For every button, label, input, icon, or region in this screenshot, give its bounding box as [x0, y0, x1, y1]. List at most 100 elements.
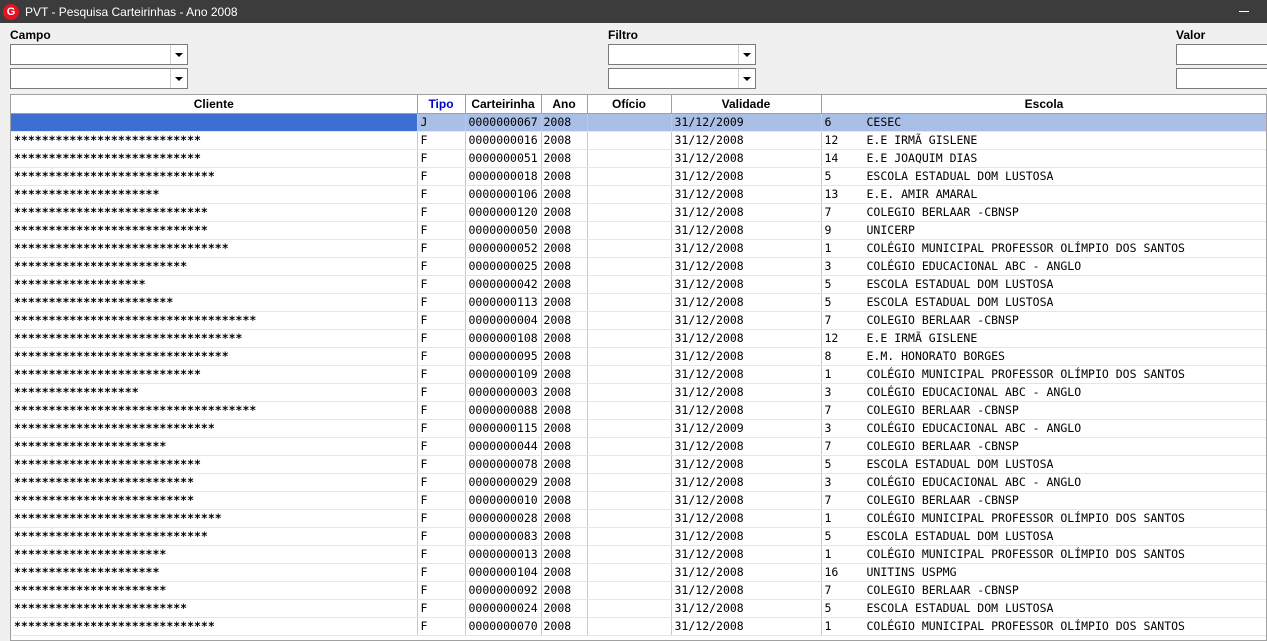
minimize-button[interactable] [1221, 0, 1267, 23]
cell-tipo[interactable]: F [417, 617, 466, 636]
cell-escola[interactable]: 1 COLÉGIO MUNICIPAL PROFESSOR OLÍMPIO DOS… [821, 365, 1266, 384]
cell-carteirinha[interactable]: 0000000013 [465, 545, 542, 564]
table-row[interactable]: J 0000000067 2008 31/12/2009 6 CESEC [11, 113, 1266, 132]
cell-cliente[interactable]: **************************** [11, 203, 418, 222]
cell-validade[interactable]: 31/12/2008 [671, 509, 822, 528]
table-row[interactable]: ********************************* F 000000… [11, 329, 1266, 348]
cell-oficio[interactable] [587, 275, 672, 294]
cell-oficio[interactable] [587, 455, 672, 474]
cell-oficio[interactable] [587, 185, 672, 204]
cell-validade[interactable]: 31/12/2008 [671, 203, 822, 222]
table-row[interactable]: ******************* F 0000000042 2008 31/12/… [11, 275, 1266, 294]
cell-cliente[interactable]: ********************************* [11, 329, 418, 348]
cell-ano[interactable]: 2008 [541, 563, 588, 582]
cell-carteirinha[interactable]: 0000000104 [465, 563, 542, 582]
table-row[interactable]: ********************** F 0000000013 2008 31/… [11, 545, 1266, 564]
cell-validade[interactable]: 31/12/2008 [671, 455, 822, 474]
cell-oficio[interactable] [587, 509, 672, 528]
cell-validade[interactable]: 31/12/2008 [671, 617, 822, 636]
cell-escola[interactable]: 7 COLEGIO BERLAAR -CBNSP [821, 401, 1266, 420]
cell-carteirinha[interactable]: 0000000028 [465, 509, 542, 528]
cell-oficio[interactable] [587, 545, 672, 564]
cell-tipo[interactable]: F [417, 581, 466, 600]
cell-cliente[interactable]: ********************** [11, 545, 418, 564]
cell-carteirinha[interactable]: 0000000106 [465, 185, 542, 204]
cell-cliente[interactable]: ************************** [11, 491, 418, 510]
cell-validade[interactable]: 31/12/2008 [671, 563, 822, 582]
cell-tipo[interactable]: F [417, 365, 466, 384]
table-row[interactable]: ********************** F 0000000044 2008 31/… [11, 437, 1266, 456]
cell-carteirinha[interactable]: 0000000024 [465, 599, 542, 618]
cell-tipo[interactable]: F [417, 437, 466, 456]
cell-tipo[interactable]: F [417, 473, 466, 492]
cell-carteirinha[interactable]: 0000000018 [465, 167, 542, 186]
cell-tipo[interactable]: F [417, 347, 466, 366]
cell-cliente[interactable]: *************************** [11, 149, 418, 168]
cell-escola[interactable]: 5 ESCOLA ESTADUAL DOM LUSTOSA [821, 167, 1266, 186]
table-row[interactable]: ****************** F 0000000003 2008 31/12/2… [11, 383, 1266, 402]
cell-escola[interactable]: 7 COLEGIO BERLAAR -CBNSP [821, 437, 1266, 456]
cell-carteirinha[interactable]: 0000000003 [465, 383, 542, 402]
table-row[interactable]: ******************************* F 00000000… [11, 239, 1266, 258]
cell-escola[interactable]: 1 COLÉGIO MUNICIPAL PROFESSOR OLÍMPIO DOS… [821, 239, 1266, 258]
cell-carteirinha[interactable]: 0000000092 [465, 581, 542, 600]
cell-carteirinha[interactable]: 0000000067 [465, 113, 542, 132]
table-row[interactable]: ****************************** F 000000002… [11, 509, 1266, 528]
table-row[interactable]: **************************** F 0000000120 2… [11, 203, 1266, 222]
cell-carteirinha[interactable]: 0000000113 [465, 293, 542, 312]
cell-validade[interactable]: 31/12/2008 [671, 581, 822, 600]
cell-ano[interactable]: 2008 [541, 293, 588, 312]
cell-carteirinha[interactable]: 0000000044 [465, 437, 542, 456]
cell-ano[interactable]: 2008 [541, 239, 588, 258]
cell-tipo[interactable]: F [417, 455, 466, 474]
cell-validade[interactable]: 31/12/2008 [671, 545, 822, 564]
cell-cliente[interactable]: **************************** [11, 527, 418, 546]
valor-input-1[interactable] [1176, 44, 1267, 65]
filtro-select-2[interactable] [608, 68, 756, 89]
cell-tipo[interactable]: F [417, 293, 466, 312]
table-row[interactable]: ************************* F 0000000025 2008… [11, 257, 1266, 276]
cell-oficio[interactable] [587, 617, 672, 636]
cell-validade[interactable]: 31/12/2008 [671, 527, 822, 546]
chevron-down-icon[interactable] [170, 45, 187, 64]
cell-escola[interactable]: 7 COLEGIO BERLAAR -CBNSP [821, 581, 1266, 600]
cell-validade[interactable]: 31/12/2008 [671, 473, 822, 492]
cell-ano[interactable]: 2008 [541, 599, 588, 618]
cell-validade[interactable]: 31/12/2008 [671, 311, 822, 330]
cell-validade[interactable]: 31/12/2008 [671, 383, 822, 402]
cell-cliente[interactable]: *************************** [11, 365, 418, 384]
cell-ano[interactable]: 2008 [541, 221, 588, 240]
cell-oficio[interactable] [587, 563, 672, 582]
cell-ano[interactable]: 2008 [541, 455, 588, 474]
cell-ano[interactable]: 2008 [541, 113, 588, 132]
cell-ano[interactable]: 2008 [541, 527, 588, 546]
cell-carteirinha[interactable]: 0000000078 [465, 455, 542, 474]
col-header-ano[interactable]: Ano [541, 95, 588, 114]
cell-ano[interactable]: 2008 [541, 581, 588, 600]
table-row[interactable]: ***************************** F 0000000018… [11, 167, 1266, 186]
cell-validade[interactable]: 31/12/2008 [671, 329, 822, 348]
cell-ano[interactable]: 2008 [541, 329, 588, 348]
chevron-down-icon[interactable] [738, 69, 755, 88]
cell-validade[interactable]: 31/12/2008 [671, 131, 822, 150]
cell-cliente[interactable]: ************************* [11, 599, 418, 618]
table-row[interactable]: ********************* F 0000000106 2008 31/1… [11, 185, 1266, 204]
cell-cliente[interactable]: ********************** [11, 437, 418, 456]
chevron-down-icon[interactable] [170, 69, 187, 88]
cell-tipo[interactable]: F [417, 257, 466, 276]
cell-oficio[interactable] [587, 437, 672, 456]
cell-validade[interactable]: 31/12/2008 [671, 491, 822, 510]
table-row[interactable]: *********************************** F 0000… [11, 401, 1266, 420]
cell-cliente[interactable]: **************************** [11, 221, 418, 240]
cell-oficio[interactable] [587, 113, 672, 132]
cell-oficio[interactable] [587, 311, 672, 330]
cell-ano[interactable]: 2008 [541, 509, 588, 528]
cell-escola[interactable]: 16 UNITINS USPMG [821, 563, 1266, 582]
cell-tipo[interactable]: F [417, 401, 466, 420]
cell-ano[interactable]: 2008 [541, 257, 588, 276]
cell-carteirinha[interactable]: 0000000010 [465, 491, 542, 510]
cell-tipo[interactable]: F [417, 329, 466, 348]
cell-ano[interactable]: 2008 [541, 365, 588, 384]
cell-cliente[interactable]: *********************************** [11, 401, 418, 420]
col-header-tipo[interactable]: Tipo [417, 95, 466, 114]
